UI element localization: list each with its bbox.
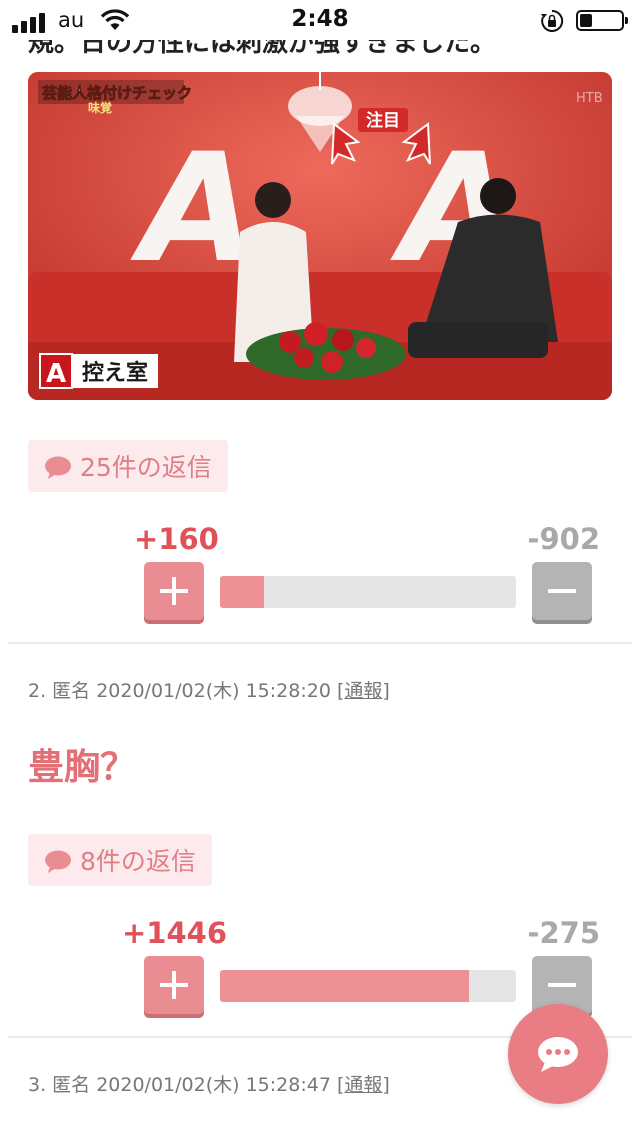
room-letter-left: A bbox=[130, 122, 256, 296]
minus-vote-count: -902 bbox=[527, 522, 600, 556]
minus-vote-count: -275 bbox=[527, 916, 600, 950]
program-caption: 芸能人格付けチェック bbox=[42, 84, 192, 102]
chat-button[interactable] bbox=[508, 1004, 608, 1104]
chat-icon bbox=[538, 1037, 578, 1072]
plus-vote-button[interactable] bbox=[144, 562, 204, 620]
report-link[interactable]: 通報 bbox=[344, 680, 382, 702]
comment-meta: 3. 匿名 2020/01/02(木) 15:28:47 [通報] bbox=[28, 1070, 390, 1097]
comment-divider bbox=[8, 642, 632, 644]
replies-label: 25件の返信 bbox=[80, 453, 212, 482]
replies-label: 8件の返信 bbox=[80, 847, 196, 876]
speech-bubble-icon bbox=[44, 456, 71, 479]
minus-vote-button[interactable] bbox=[532, 562, 592, 620]
comment-body: 豊胸？ bbox=[28, 747, 137, 788]
plus-vote-button[interactable] bbox=[144, 956, 204, 1014]
callout-label: 注目 bbox=[366, 110, 400, 131]
vote-ratio-bar bbox=[220, 970, 516, 1002]
speech-bubble-icon bbox=[44, 850, 71, 873]
room-label: 控え室 bbox=[82, 360, 148, 386]
plus-vote-count: +160 bbox=[134, 522, 219, 556]
post-image[interactable]: A A 注目 芸能人格付けチェック 味覚 HTB A 控え室 bbox=[28, 72, 612, 400]
vote-ratio-bar bbox=[220, 576, 516, 608]
comment-meta-text: 2. 匿名 2020/01/02(木) 15:28:20 [ bbox=[28, 680, 345, 702]
minus-icon bbox=[548, 983, 576, 987]
battery-icon bbox=[576, 10, 628, 31]
replies-button[interactable]: 8件の返信 bbox=[28, 834, 212, 886]
comment-meta-close: ] bbox=[382, 1074, 390, 1096]
comment-meta: 2. 匿名 2020/01/02(木) 15:28:20 [通報] bbox=[28, 676, 390, 703]
plus-vote-count: +1446 bbox=[122, 916, 228, 950]
plus-icon bbox=[160, 577, 188, 605]
vote-ratio-fill bbox=[220, 576, 265, 608]
rotation-lock-icon bbox=[540, 9, 564, 37]
status-bar: au 2:48 bbox=[0, 0, 640, 40]
comment-meta-text: 3. 匿名 2020/01/02(木) 15:28:47 [ bbox=[28, 1074, 345, 1096]
channel-logo: HTB bbox=[576, 91, 603, 106]
category-caption: 味覚 bbox=[88, 100, 112, 115]
plus-icon bbox=[160, 971, 188, 999]
replies-button[interactable]: 25件の返信 bbox=[28, 440, 228, 492]
room-label-letter: A bbox=[46, 359, 66, 389]
minus-icon bbox=[548, 589, 576, 593]
report-link[interactable]: 通報 bbox=[344, 1074, 382, 1096]
comment-meta-close: ] bbox=[382, 680, 390, 702]
vote-ratio-fill bbox=[220, 970, 469, 1002]
